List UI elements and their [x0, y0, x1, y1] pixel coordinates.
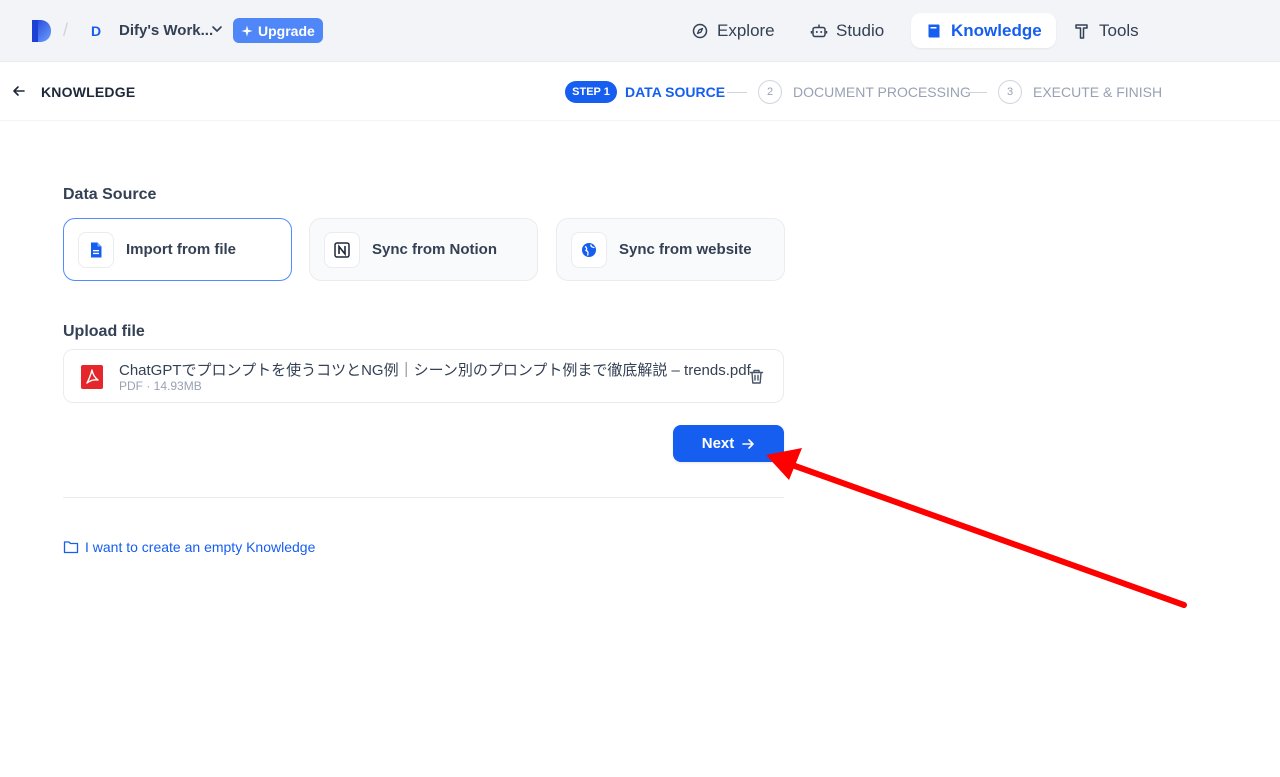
breadcrumb-separator: / — [63, 20, 69, 40]
step-3-badge: 3 — [998, 80, 1022, 104]
back-arrow-icon[interactable] — [11, 83, 27, 99]
section-divider — [63, 497, 784, 498]
globe-icon — [582, 242, 596, 257]
sparkle-icon — [241, 25, 253, 36]
workspace-name[interactable]: Dify's Work... — [119, 22, 213, 39]
nav-studio[interactable]: Studio — [796, 13, 898, 48]
upgrade-label: Upgrade — [258, 22, 315, 39]
nav-explore[interactable]: Explore — [677, 13, 789, 48]
hammer-icon — [1075, 23, 1088, 39]
sync-from-notion-label: Sync from Notion — [372, 241, 498, 258]
step-connector — [967, 92, 987, 93]
back-to-knowledge-link[interactable]: KNOWLEDGE — [41, 84, 135, 100]
nav-knowledge[interactable]: Knowledge — [911, 13, 1056, 48]
step-2-label: DOCUMENT PROCESSING — [793, 84, 971, 100]
nav-tools[interactable]: Tools — [1059, 13, 1153, 48]
step-3-label: EXECUTE & FINISH — [1033, 84, 1163, 100]
sync-from-website-label: Sync from website — [619, 241, 752, 258]
file-icon — [91, 242, 102, 257]
uploaded-file-item[interactable]: ChatGPTでプロンプトを使うコツとNG例｜シーン別のプロンプト例まで徹底解説… — [63, 349, 784, 403]
folder-icon — [63, 541, 79, 554]
upgrade-button[interactable]: Upgrade — [233, 18, 323, 43]
nav-studio-label: Studio — [836, 20, 885, 40]
dify-logo-icon[interactable] — [30, 19, 52, 43]
file-meta: PDF · 14.93MB — [119, 379, 202, 393]
nav-explore-label: Explore — [717, 20, 775, 40]
sync-from-notion-option[interactable]: Sync from Notion — [309, 218, 538, 281]
notion-icon — [334, 241, 350, 258]
trash-icon[interactable] — [748, 368, 765, 385]
source-icon-wrap — [78, 231, 114, 268]
step-1-label: DATA SOURCE — [625, 84, 726, 100]
step-connector — [727, 92, 747, 93]
nav-knowledge-label: Knowledge — [951, 20, 1042, 40]
arrow-right-icon — [742, 438, 755, 449]
file-name: ChatGPTでプロンプトを使うコツとNG例｜シーン別のプロンプト例まで徹底解説… — [119, 362, 751, 379]
data-source-title: Data Source — [63, 186, 157, 203]
chevron-down-icon[interactable] — [210, 22, 224, 36]
import-from-file-label: Import from file — [126, 241, 237, 258]
step-1-badge: STEP 1 — [565, 81, 617, 103]
step-2-badge: 2 — [758, 80, 782, 104]
sync-from-website-option[interactable]: Sync from website — [556, 218, 785, 281]
create-empty-knowledge-label: I want to create an empty Knowledge — [85, 539, 316, 555]
top-navigation-bar: / D Dify's Work... Upgrade Explore Studi… — [0, 0, 1280, 62]
step-header: KNOWLEDGE STEP 1 DATA SOURCE 2 DOCUMENT … — [0, 62, 1280, 121]
pdf-file-icon — [81, 365, 103, 389]
source-icon-wrap — [571, 231, 607, 268]
book-icon — [928, 24, 940, 37]
robot-icon — [810, 24, 828, 37]
compass-icon — [692, 23, 708, 38]
upload-file-title: Upload file — [63, 323, 145, 340]
next-button-label: Next — [701, 435, 735, 452]
next-button[interactable]: Next — [673, 425, 784, 462]
import-from-file-option[interactable]: Import from file — [63, 218, 292, 281]
workspace-avatar[interactable]: D — [84, 19, 108, 43]
create-empty-knowledge-link[interactable]: I want to create an empty Knowledge — [63, 539, 315, 555]
nav-tools-label: Tools — [1099, 20, 1139, 40]
source-icon-wrap — [324, 231, 360, 268]
